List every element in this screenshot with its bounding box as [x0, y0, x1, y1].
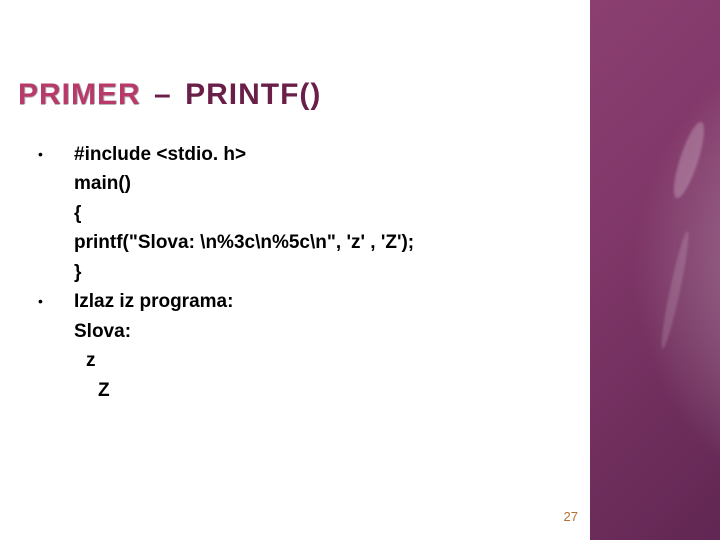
- title-word-printf: PRINTF(): [185, 78, 321, 111]
- code-text: #include <stdio. h>: [74, 140, 560, 169]
- output-line-1: Slova:: [32, 317, 560, 346]
- output-text: Slova:: [74, 317, 560, 346]
- title-dash: –: [154, 78, 172, 111]
- code-line-2: main(): [32, 169, 560, 198]
- output-text: z: [74, 346, 560, 375]
- code-text: }: [74, 258, 560, 287]
- code-line-1: • #include <stdio. h>: [32, 140, 560, 169]
- highlight-icon: [658, 230, 693, 349]
- page-number: 27: [564, 509, 578, 524]
- bullet-icon: •: [32, 140, 74, 168]
- highlight-icon: [668, 119, 710, 201]
- code-text: {: [74, 199, 560, 228]
- output-text: Z: [74, 376, 560, 405]
- bullet-icon: •: [32, 287, 74, 315]
- code-line-3: {: [32, 199, 560, 228]
- slide-title: PRIMER – PRINTF(): [18, 78, 321, 112]
- output-label-line: • Izlaz iz programa:: [32, 287, 560, 316]
- content-area: • #include <stdio. h> main() { printf("S…: [32, 140, 560, 405]
- output-line-3: Z: [32, 376, 560, 405]
- code-line-5: }: [32, 258, 560, 287]
- slide: PRIMER – PRINTF() • #include <stdio. h> …: [0, 0, 720, 540]
- code-text: main(): [74, 169, 560, 198]
- code-text: printf("Slova: \n%3c\n%5c\n", 'z' , 'Z')…: [74, 228, 560, 257]
- output-label: Izlaz iz programa:: [74, 287, 560, 316]
- title-word-primer: PRIMER: [18, 78, 141, 111]
- decorative-sphere: [590, 0, 720, 540]
- code-line-4: printf("Slova: \n%3c\n%5c\n", 'z' , 'Z')…: [32, 228, 560, 257]
- output-line-2: z: [32, 346, 560, 375]
